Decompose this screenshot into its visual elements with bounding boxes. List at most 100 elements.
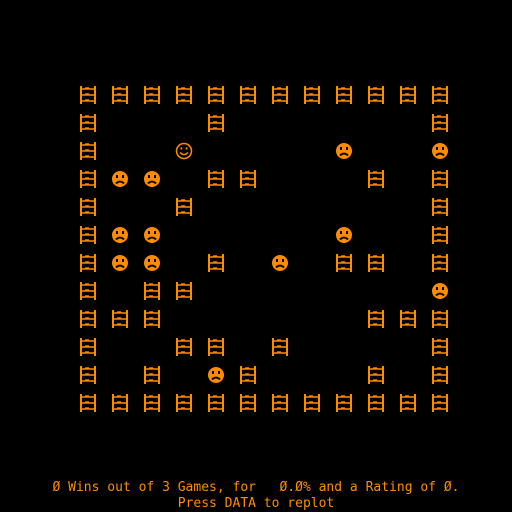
fence-wall-icon — [200, 108, 232, 136]
fence-wall-icon — [360, 360, 392, 388]
fence-wall-icon — [200, 164, 232, 192]
empty-cell — [264, 220, 296, 248]
fence-wall-icon — [360, 164, 392, 192]
fence-wall-icon — [328, 388, 360, 416]
empty-cell — [104, 108, 136, 136]
empty-cell — [104, 276, 136, 304]
empty-cell — [296, 108, 328, 136]
empty-cell — [328, 332, 360, 360]
frowny-enemy-icon — [104, 248, 136, 276]
fence-wall-icon — [168, 80, 200, 108]
empty-cell — [328, 164, 360, 192]
fence-wall-icon — [392, 388, 424, 416]
empty-cell — [392, 332, 424, 360]
empty-cell — [392, 360, 424, 388]
fence-wall-icon — [72, 164, 104, 192]
empty-cell — [104, 360, 136, 388]
empty-cell — [296, 332, 328, 360]
empty-cell — [296, 304, 328, 332]
fence-wall-icon — [168, 332, 200, 360]
fence-wall-icon — [424, 80, 456, 108]
empty-cell — [168, 164, 200, 192]
smiley-player-icon — [168, 136, 200, 164]
frowny-enemy-icon — [136, 220, 168, 248]
empty-cell — [232, 192, 264, 220]
empty-cell — [296, 164, 328, 192]
fence-wall-icon — [72, 108, 104, 136]
fence-wall-icon — [104, 80, 136, 108]
frowny-enemy-icon — [136, 248, 168, 276]
empty-cell — [264, 108, 296, 136]
fence-wall-icon — [360, 304, 392, 332]
fence-wall-icon — [360, 248, 392, 276]
fence-wall-icon — [168, 192, 200, 220]
fence-wall-icon — [424, 164, 456, 192]
empty-cell — [232, 248, 264, 276]
fence-wall-icon — [232, 388, 264, 416]
fence-wall-icon — [72, 136, 104, 164]
fence-wall-icon — [72, 304, 104, 332]
fence-wall-icon — [328, 80, 360, 108]
fence-wall-icon — [264, 80, 296, 108]
fence-wall-icon — [200, 248, 232, 276]
empty-cell — [136, 192, 168, 220]
frowny-enemy-icon — [200, 360, 232, 388]
empty-cell — [296, 192, 328, 220]
fence-wall-icon — [424, 108, 456, 136]
fence-wall-icon — [104, 304, 136, 332]
empty-cell — [232, 304, 264, 332]
fence-wall-icon — [136, 304, 168, 332]
fence-wall-icon — [328, 248, 360, 276]
empty-cell — [200, 276, 232, 304]
frowny-enemy-icon — [104, 220, 136, 248]
game-screen: Ø Wins out of 3 Games, for Ø.Ø% and a Ra… — [0, 0, 512, 512]
empty-cell — [232, 332, 264, 360]
empty-cell — [136, 136, 168, 164]
empty-cell — [232, 108, 264, 136]
empty-cell — [296, 276, 328, 304]
fence-wall-icon — [264, 388, 296, 416]
empty-cell — [264, 276, 296, 304]
fence-wall-icon — [72, 388, 104, 416]
frowny-enemy-icon — [104, 164, 136, 192]
empty-cell — [232, 220, 264, 248]
frowny-enemy-icon — [424, 136, 456, 164]
fence-wall-icon — [360, 80, 392, 108]
empty-cell — [168, 108, 200, 136]
fence-wall-icon — [136, 360, 168, 388]
empty-cell — [392, 108, 424, 136]
fence-wall-icon — [424, 388, 456, 416]
empty-cell — [200, 192, 232, 220]
empty-cell — [200, 220, 232, 248]
fence-wall-icon — [136, 388, 168, 416]
empty-cell — [264, 136, 296, 164]
fence-wall-icon — [72, 276, 104, 304]
fence-wall-icon — [232, 80, 264, 108]
empty-cell — [328, 276, 360, 304]
empty-cell — [264, 164, 296, 192]
fence-wall-icon — [168, 388, 200, 416]
empty-cell — [232, 136, 264, 164]
score-status-text: Ø Wins out of 3 Games, for Ø.Ø% and a Ra… — [52, 480, 460, 495]
fence-wall-icon — [232, 164, 264, 192]
empty-cell — [360, 220, 392, 248]
fence-wall-icon — [360, 388, 392, 416]
fence-wall-icon — [72, 360, 104, 388]
frowny-enemy-icon — [264, 248, 296, 276]
empty-cell — [296, 248, 328, 276]
empty-cell — [136, 108, 168, 136]
empty-cell — [328, 304, 360, 332]
empty-cell — [360, 108, 392, 136]
fence-wall-icon — [72, 248, 104, 276]
fence-wall-icon — [200, 388, 232, 416]
empty-cell — [136, 332, 168, 360]
empty-cell — [392, 164, 424, 192]
empty-cell — [392, 220, 424, 248]
empty-cell — [104, 332, 136, 360]
empty-cell — [168, 360, 200, 388]
replot-prompt-text: Press DATA to replot — [177, 496, 335, 511]
empty-cell — [168, 248, 200, 276]
fence-wall-icon — [200, 332, 232, 360]
fence-wall-icon — [392, 304, 424, 332]
fence-wall-icon — [424, 304, 456, 332]
